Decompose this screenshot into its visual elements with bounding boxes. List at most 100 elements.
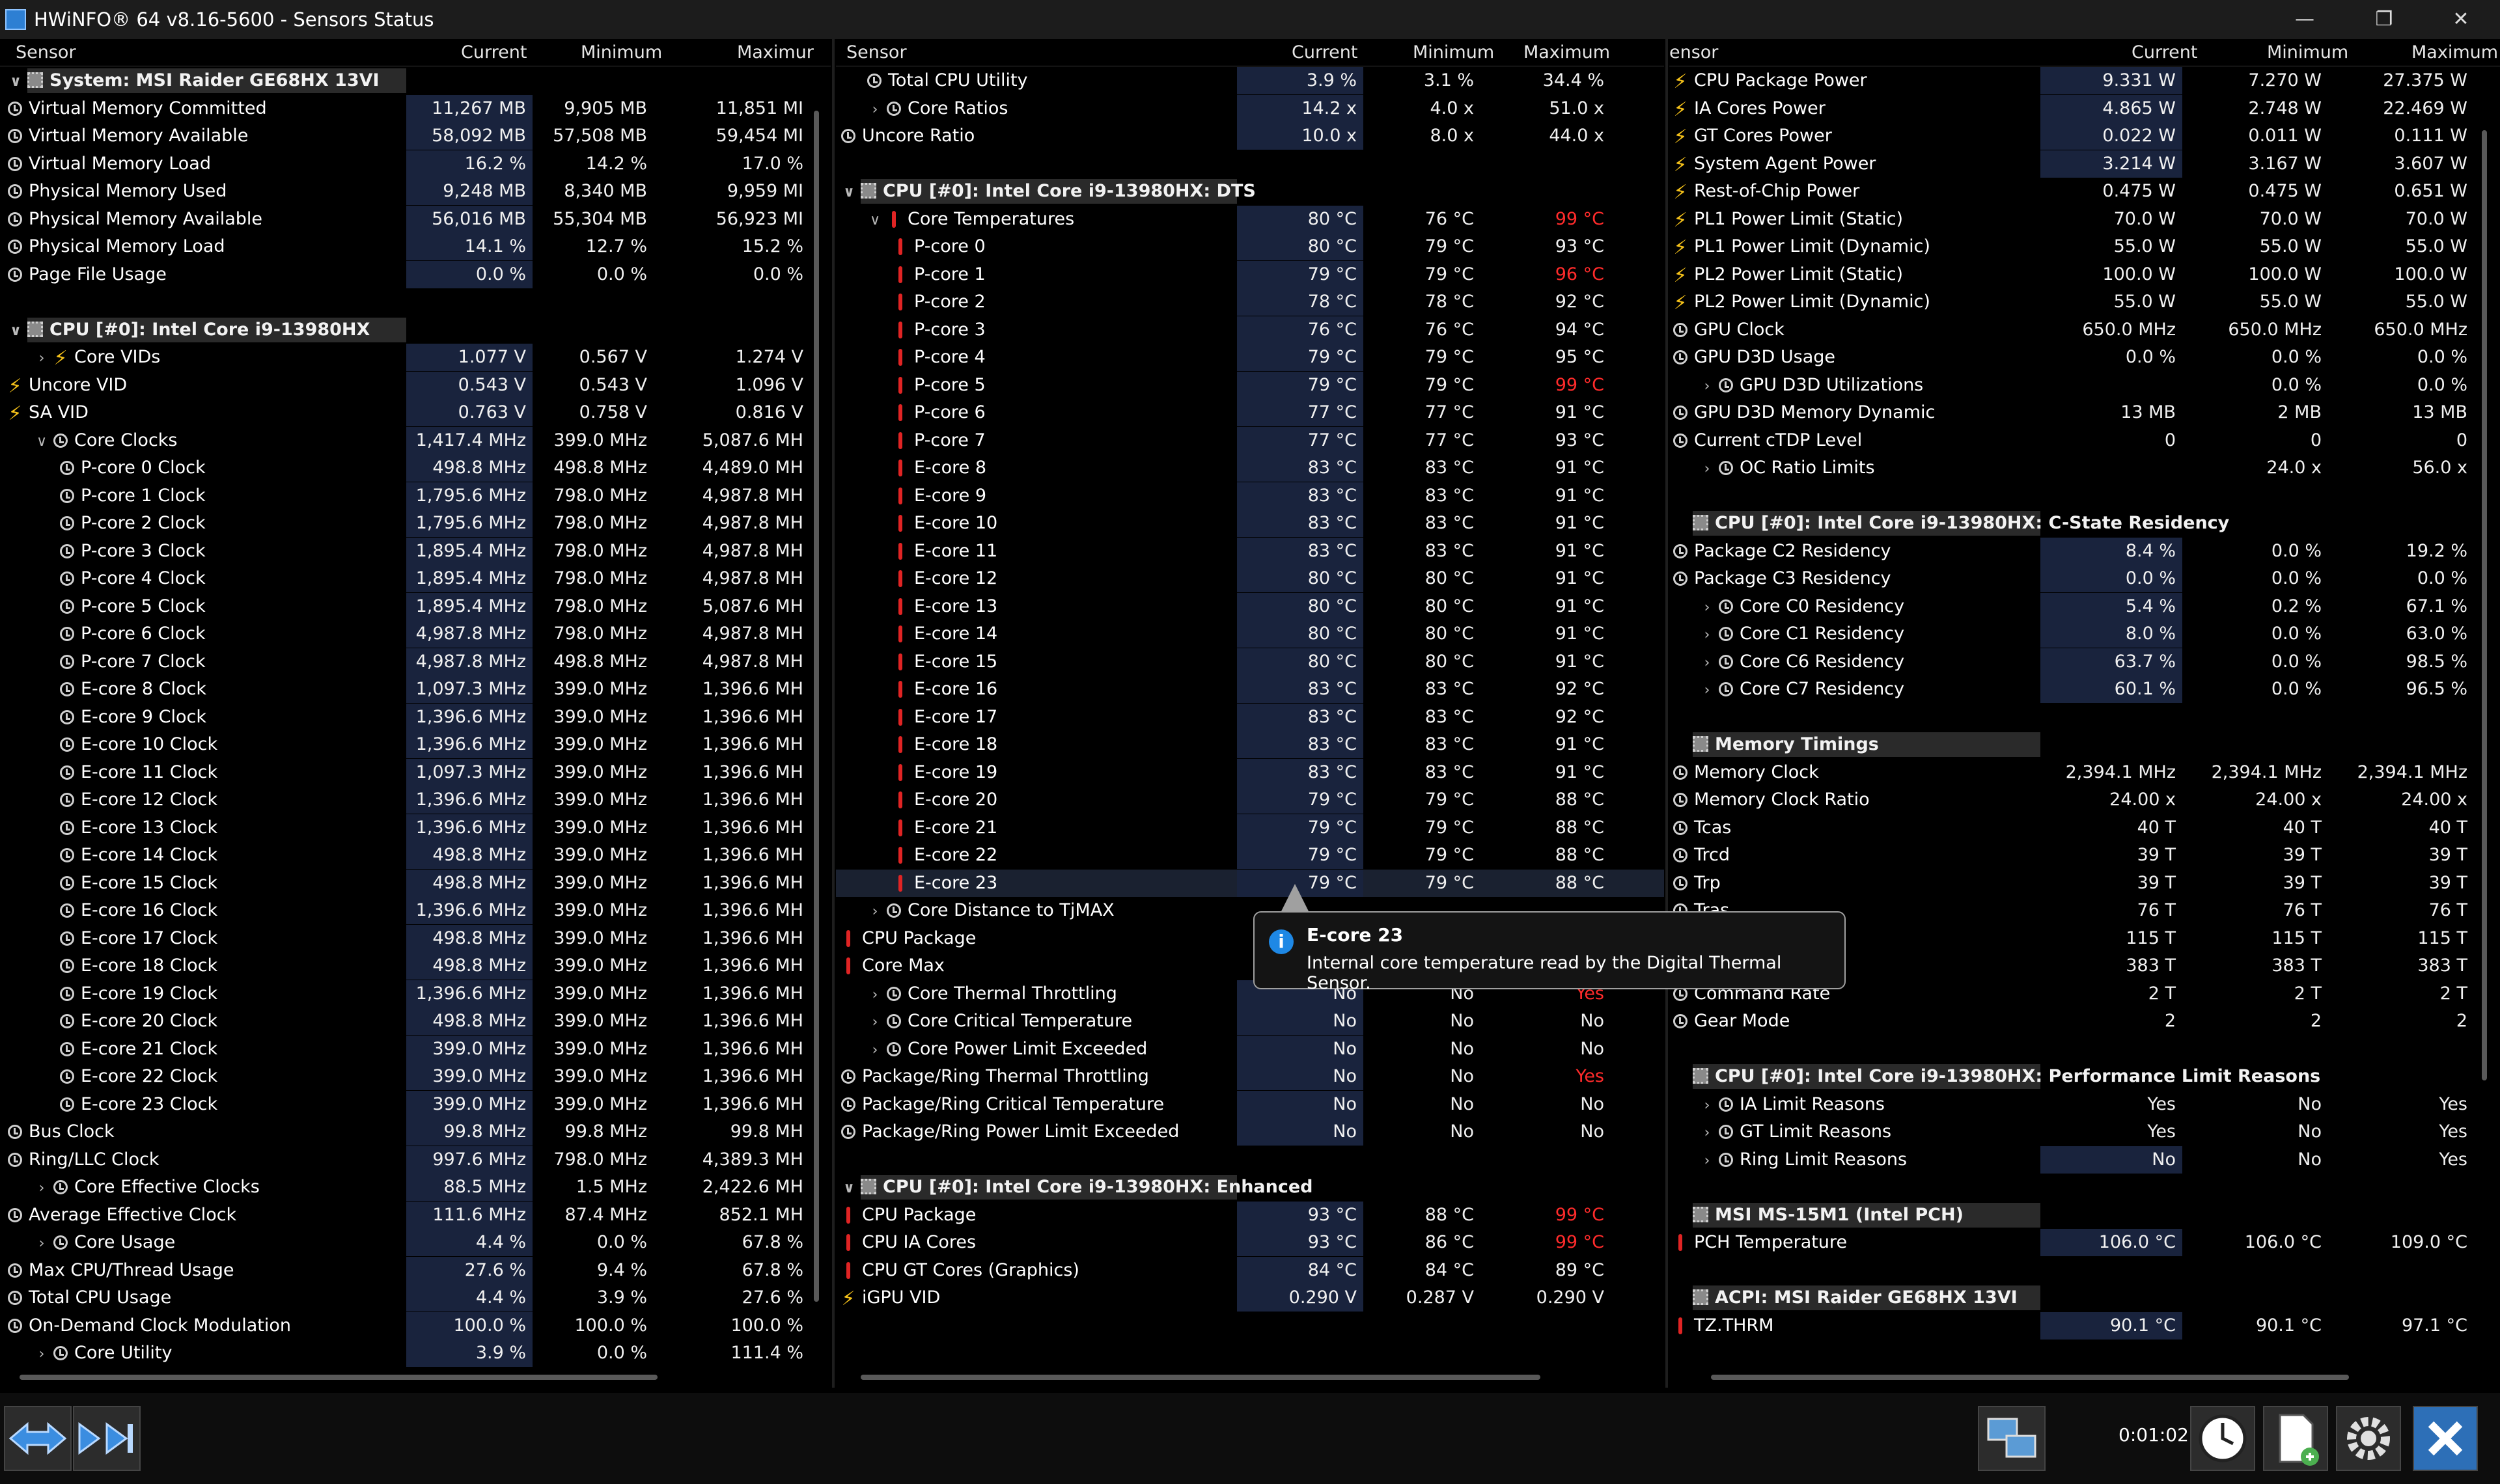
maximum-column-header[interactable]: Maximum (1523, 42, 1610, 62)
sensor-row[interactable]: ⚡ PL1 Power Limit (Dynamic) 55.0 W 55.0 W 55… (1669, 233, 2500, 261)
current-column-header[interactable]: Current (2132, 42, 2197, 62)
sensor-panel-left[interactable]: Sensor Current Minimum Maximur ∨ System: … (0, 39, 831, 1388)
sensor-row[interactable]: P-core 5 Clock 1,895.4 MHz 798.0 MHz 5,087.… (0, 592, 831, 621)
sensor-row[interactable]: › Ring Limit Reasons No No Yes (1669, 1146, 2500, 1174)
sensor-row[interactable]: Package C2 Residency 8.4 % 0.0 % 19.2 % (1669, 537, 2500, 566)
sensor-row[interactable]: Average Effective Clock 111.6 MHz 87.4 MHz… (0, 1201, 831, 1230)
sensor-row[interactable]: E-core 21 Clock 399.0 MHz 399.0 MHz 1,396.6… (0, 1035, 831, 1064)
sensor-row[interactable]: › Core Utility 3.9 % 0.0 % 111.4 % (0, 1340, 831, 1367)
sensor-row[interactable]: E-core 23 79 °C 79 °C 88 °C (836, 869, 1664, 897)
expand-toggle-icon[interactable]: › (34, 1230, 49, 1258)
sensor-row[interactable]: E-core 15 80 °C 80 °C 91 °C (836, 648, 1664, 676)
sensor-row[interactable]: On-Demand Clock Modulation 100.0 % 100.0 %… (0, 1312, 831, 1340)
sensor-column-header[interactable]: Sensor (846, 42, 907, 62)
sensor-row[interactable]: CPU IA Cores 93 °C 86 °C 99 °C (836, 1229, 1664, 1257)
sensor-group-row[interactable]: Memory Timings (1669, 731, 2500, 759)
current-column-header[interactable]: Current (461, 42, 527, 62)
sensor-row[interactable]: GPU Clock 650.0 MHz 650.0 MHz 650.0 MHz (1669, 316, 2500, 344)
sensor-row[interactable]: GPU D3D Usage 0.0 % 0.0 % 0.0 % (1669, 344, 2500, 372)
sensor-row[interactable]: E-core 9 83 °C 83 °C 91 °C (836, 482, 1664, 510)
sensor-row[interactable]: Memory Clock Ratio 24.00 x 24.00 x 24.00 x (1669, 786, 2500, 814)
sensor-row[interactable]: › ⚡ Core VIDs 1.077 V 0.567 V 1.274 V (0, 344, 831, 372)
sensor-row[interactable]: Trp 39 T 39 T 39 T (1669, 870, 2500, 898)
current-column-header[interactable]: Current (1292, 42, 1357, 62)
sensor-row[interactable]: Virtual Memory Available 58,092 MB 57,508 … (0, 122, 831, 150)
expand-toggle-icon[interactable]: › (1699, 1120, 1715, 1147)
sensor-group-row[interactable]: CPU [#0]: Intel Core i9-13980HX: C-State… (1669, 510, 2500, 538)
sensor-row[interactable]: › Core C0 Residency 5.4 % 0.2 % 67.1 % (1669, 592, 2500, 621)
sensor-row[interactable]: P-core 3 Clock 1,895.4 MHz 798.0 MHz 4,987.… (0, 537, 831, 566)
sensor-row[interactable]: E-core 15 Clock 498.8 MHz 399.0 MHz 1,396.6… (0, 869, 831, 898)
expand-toggle-icon[interactable]: › (1699, 650, 1715, 678)
sensor-row[interactable]: TZ.THRM 90.1 °C 90.1 °C 97.1 °C (1669, 1312, 2500, 1340)
close-window-button[interactable]: ✕ (2435, 0, 2487, 39)
sensor-row[interactable]: ⚡ PL2 Power Limit (Static) 100.0 W 100.0 W 1… (1669, 261, 2500, 289)
sensor-row[interactable]: › Core Effective Clocks 88.5 MHz 1.5 MHz 2,4… (0, 1174, 831, 1202)
expand-toggle-icon[interactable]: ∨ (841, 1175, 857, 1203)
expand-toggle-icon[interactable]: › (867, 96, 883, 124)
sensor-row[interactable]: Total CPU Usage 4.4 % 3.9 % 27.6 % (0, 1284, 831, 1312)
expand-toggle-icon[interactable]: › (1699, 456, 1715, 484)
sensor-row[interactable]: › IA Limit Reasons Yes No Yes (1669, 1091, 2500, 1119)
sensor-row[interactable]: CPU GT Cores (Graphics) 84 °C 84 °C 89 °C (836, 1256, 1664, 1285)
sensor-row[interactable]: Bus Clock 99.8 MHz 99.8 MHz 99.8 MH (0, 1118, 831, 1146)
sensor-row[interactable]: Ring/LLC Clock 997.6 MHz 798.0 MHz 4,389.3 … (0, 1146, 831, 1174)
sensor-row[interactable]: E-core 18 Clock 498.8 MHz 399.0 MHz 1,396.6… (0, 952, 831, 980)
sensor-row[interactable]: E-core 16 83 °C 83 °C 92 °C (836, 676, 1664, 704)
maximum-column-header[interactable]: Maximur (737, 42, 814, 62)
sensor-row[interactable]: P-core 4 Clock 1,895.4 MHz 798.0 MHz 4,987.… (0, 565, 831, 593)
sensor-row[interactable]: ∨ Core Clocks 1,417.4 MHz 399.0 MHz 5,087.6 … (0, 426, 831, 455)
sensor-row[interactable]: ⚡ CPU Package Power 9.331 W 7.270 W 27.375 W (1669, 67, 2500, 95)
expand-toggle-icon[interactable]: › (34, 345, 49, 373)
sensor-row[interactable]: Total CPU Utility 3.9 % 3.1 % 34.4 % (836, 67, 1664, 95)
sensor-row[interactable]: E-core 19 Clock 1,396.6 MHz 399.0 MHz 1,396… (0, 980, 831, 1008)
sensor-row[interactable]: E-core 10 83 °C 83 °C 91 °C (836, 510, 1664, 538)
sensor-row[interactable]: E-core 18 83 °C 83 °C 91 °C (836, 731, 1664, 759)
sensor-row[interactable]: P-core 3 76 °C 76 °C 94 °C (836, 316, 1664, 344)
sensor-group-row[interactable]: ∨ CPU [#0]: Intel Core i9-13980HX: Enhanc… (836, 1174, 1664, 1202)
sensor-row[interactable]: E-core 20 79 °C 79 °C 88 °C (836, 786, 1664, 814)
sensor-row[interactable]: ⚡ iGPU VID 0.290 V 0.287 V 0.290 V (836, 1284, 1664, 1312)
sensor-row[interactable]: › Core C7 Residency 60.1 % 0.0 % 96.5 % (1669, 676, 2500, 704)
sensor-row[interactable]: Physical Memory Used 9,248 MB 8,340 MB 9,95… (0, 178, 831, 206)
sensor-row[interactable]: E-core 19 83 °C 83 °C 91 °C (836, 758, 1664, 787)
sensor-group-row[interactable]: CPU [#0]: Intel Core i9-13980HX: Perform… (1669, 1063, 2500, 1091)
sensor-row[interactable]: Package/Ring Power Limit Exceeded No No No (836, 1118, 1664, 1146)
sensor-row[interactable]: ∨ Core Temperatures 80 °C 76 °C 99 °C (836, 205, 1664, 234)
expand-toggle-icon[interactable]: › (34, 1175, 49, 1203)
sensor-row[interactable]: Max CPU/Thread Usage 27.6 % 9.4 % 67.8 % (0, 1256, 831, 1285)
sensor-row[interactable]: Package C3 Residency 0.0 % 0.0 % 0.0 % (1669, 565, 2500, 593)
sensor-row[interactable]: Page File Usage 0.0 % 0.0 % 0.0 % (0, 260, 831, 289)
expand-toggle-icon[interactable]: › (867, 1037, 883, 1065)
sensor-row[interactable]: E-core 17 Clock 498.8 MHz 399.0 MHz 1,396.6… (0, 924, 831, 953)
sensor-row[interactable]: P-core 7 77 °C 77 °C 93 °C (836, 426, 1664, 455)
sensor-row[interactable]: PCH Temperature 106.0 °C 106.0 °C 109.0 °C (1669, 1229, 2500, 1257)
sensor-row[interactable]: CPU Package 93 °C 88 °C 99 °C (836, 1201, 1664, 1230)
sensor-row[interactable]: › GT Limit Reasons Yes No Yes (1669, 1118, 2500, 1146)
sensor-row[interactable]: P-core 2 Clock 1,795.6 MHz 798.0 MHz 4,987.… (0, 510, 831, 538)
expand-toggle-icon[interactable]: ∨ (8, 68, 23, 96)
vertical-scrollbar[interactable] (2482, 130, 2487, 1080)
sensor-row[interactable]: E-core 16 Clock 1,396.6 MHz 399.0 MHz 1,396… (0, 897, 831, 925)
sensor-row[interactable]: › Core C6 Residency 63.7 % 0.0 % 98.5 % (1669, 648, 2500, 676)
sensor-row[interactable]: Virtual Memory Committed 11,267 MB 9,905 M… (0, 94, 831, 123)
horizontal-scrollbar[interactable] (1711, 1375, 2349, 1380)
sensor-row[interactable]: › GPU D3D Utilizations 0.0 % 0.0 % (1669, 372, 2500, 400)
expand-toggle-icon[interactable]: › (34, 1341, 49, 1369)
sensor-row[interactable]: P-core 4 79 °C 79 °C 95 °C (836, 344, 1664, 372)
expand-toggle-icon[interactable]: › (867, 1009, 883, 1037)
sensor-row[interactable]: › Core Ratios 14.2 x 4.0 x 51.0 x (836, 94, 1664, 124)
sensor-row[interactable]: Gear Mode 2 2 2 (1669, 1008, 2500, 1036)
sensor-row[interactable]: ⚡ Uncore VID 0.543 V 0.543 V 1.096 V (0, 371, 831, 400)
sensor-row[interactable]: › Core Power Limit Exceeded No No No (836, 1035, 1664, 1065)
sensor-row[interactable]: E-core 22 Clock 399.0 MHz 399.0 MHz 1,396.6… (0, 1063, 831, 1091)
sensor-row[interactable]: E-core 14 Clock 498.8 MHz 399.0 MHz 1,396.6… (0, 842, 831, 870)
sensor-row[interactable]: E-core 22 79 °C 79 °C 88 °C (836, 842, 1664, 870)
sensor-row[interactable]: › Core C1 Residency 8.0 % 0.0 % 63.0 % (1669, 620, 2500, 648)
panel-splitter[interactable] (1665, 39, 1668, 1388)
sensor-group-row[interactable]: ∨ System: MSI Raider GE68HX 13VI (0, 67, 831, 95)
sensor-panel-middle[interactable]: Sensor Current Minimum Maximum Total CPU… (836, 39, 1664, 1388)
sensor-row[interactable]: E-core 21 79 °C 79 °C 88 °C (836, 814, 1664, 842)
sensor-row[interactable]: P-core 6 Clock 4,987.8 MHz 798.0 MHz 4,987.… (0, 620, 831, 648)
expand-toggle-icon[interactable]: › (1699, 1147, 1715, 1175)
